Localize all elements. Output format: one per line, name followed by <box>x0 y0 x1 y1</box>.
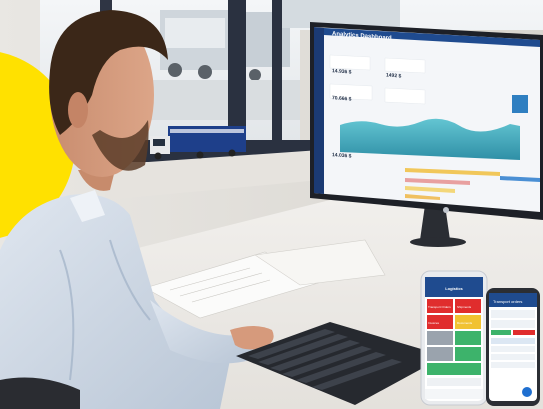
tile-label: Invoices <box>428 321 440 325</box>
tile-label: Transport Orders <box>428 305 451 309</box>
monitor-dashboard: Analytics Dashboard 14.936 $ 1492 $ 70.6… <box>318 27 536 220</box>
kpi-value: 14.936 $ <box>332 68 352 76</box>
kpi-value: 70.666 $ <box>332 95 352 103</box>
kpi-value: 1492 $ <box>386 72 402 80</box>
phone-detail-screen: Transport orders <box>487 291 539 403</box>
tile-label: Shipments <box>457 305 472 309</box>
phone-app-screen: Logistics Transport Orders Shipments Inv… <box>423 275 485 403</box>
kpi-value: 14.036 $ <box>332 152 352 160</box>
photo-scene: Analytics Dashboard 14.936 $ 1492 $ 70.6… <box>0 0 543 409</box>
phone-detail-title: Transport orders <box>493 299 523 304</box>
phone-app-title: Logistics <box>445 286 463 291</box>
tile-label: Documents <box>457 321 473 325</box>
dashboard-title: Analytics Dashboard <box>332 31 392 42</box>
